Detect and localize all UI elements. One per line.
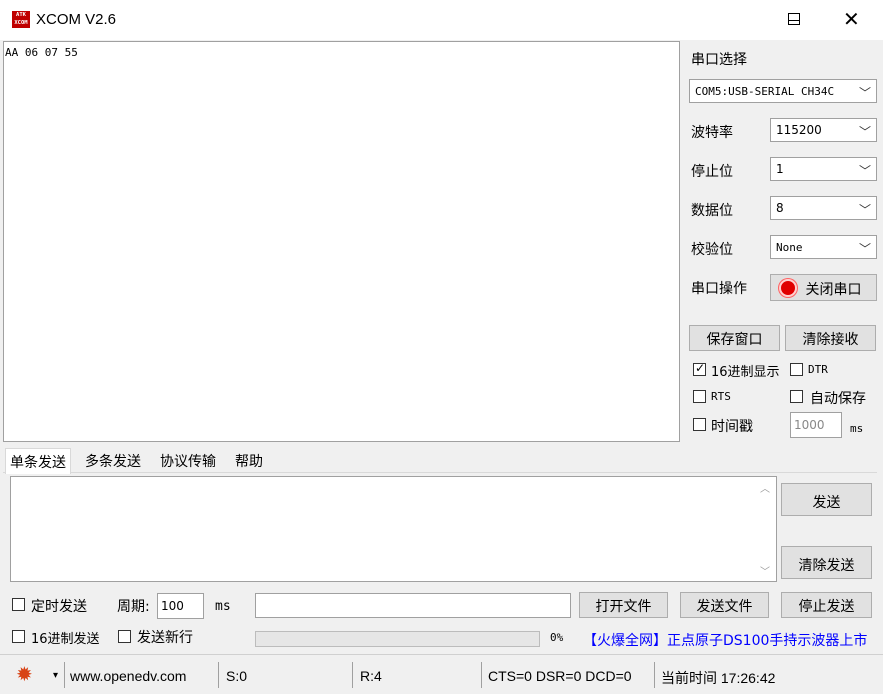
close-icon[interactable]: ✕: [843, 8, 860, 30]
period-input[interactable]: 100: [157, 593, 204, 619]
chevron-down-icon: ﹀: [858, 86, 871, 100]
stop-send-button[interactable]: 停止发送: [781, 592, 872, 618]
timestamp-label: 时间戳: [711, 419, 753, 435]
window-title: XCOM V2.6: [36, 11, 117, 28]
timed-send-label: 定时发送: [31, 599, 87, 615]
file-path-input[interactable]: [255, 593, 571, 618]
dtr-checkbox[interactable]: [790, 363, 803, 376]
stop-bits-value: 1: [776, 162, 784, 176]
chevron-down-icon: ﹀: [858, 203, 871, 217]
send-newline-label: 发送新行: [137, 630, 193, 646]
parity-value: None: [776, 241, 803, 254]
auto-save-label: 自动保存: [810, 391, 866, 407]
receive-area[interactable]: [3, 41, 680, 442]
chevron-down-icon: ﹀: [858, 164, 871, 178]
stop-bits-select[interactable]: 1 ﹀: [770, 157, 877, 181]
hex-send-checkbox[interactable]: [12, 630, 25, 643]
current-time: 当前时间 17:26:42: [661, 670, 776, 686]
tab-protocol[interactable]: 协议传输: [156, 448, 220, 473]
tab-multi-send[interactable]: 多条发送: [81, 448, 145, 473]
baud-label: 波特率: [691, 125, 733, 141]
data-bits-value: 8: [776, 201, 784, 215]
period-label: 周期:: [117, 599, 150, 615]
received-count: R:4: [360, 668, 382, 684]
timestamp-interval-input[interactable]: 1000: [790, 412, 842, 438]
status-separator: [218, 662, 219, 688]
status-separator: [64, 662, 65, 688]
status-led-icon: [779, 279, 797, 297]
scroll-down-icon[interactable]: ﹀: [760, 563, 770, 578]
port-select[interactable]: COM5:USB-SERIAL CH34C ﹀: [689, 79, 877, 103]
status-separator: [481, 662, 482, 688]
port-operation-label: 串口操作: [691, 281, 747, 297]
period-unit-label: ms: [215, 599, 231, 614]
open-file-button[interactable]: 打开文件: [579, 592, 668, 618]
scroll-up-icon[interactable]: ︿: [760, 480, 770, 495]
app-logo-icon: ATK XCOM: [12, 11, 30, 28]
send-newline-checkbox[interactable]: [118, 630, 131, 643]
save-window-button[interactable]: 保存窗口: [689, 325, 780, 351]
send-input[interactable]: [10, 476, 777, 582]
chevron-down-icon: ﹀: [858, 242, 871, 256]
clear-send-button[interactable]: 清除发送: [781, 546, 872, 579]
timed-send-checkbox[interactable]: [12, 598, 25, 611]
dtr-label: DTR: [808, 363, 828, 376]
send-file-button[interactable]: 发送文件: [680, 592, 769, 618]
maximize-icon[interactable]: [788, 13, 800, 25]
rts-checkbox[interactable]: [693, 390, 706, 403]
timestamp-checkbox[interactable]: [693, 418, 706, 431]
data-bits-select[interactable]: 8 ﹀: [770, 196, 877, 220]
parity-label: 校验位: [691, 242, 733, 258]
send-progress-bar: [255, 631, 540, 647]
receive-text: AA 06 07 55: [5, 46, 78, 59]
rts-label: RTS: [711, 390, 731, 403]
hex-display-checkbox[interactable]: [693, 361, 706, 376]
sent-count: S:0: [226, 668, 248, 684]
chevron-down-icon: ﹀: [858, 125, 871, 139]
timestamp-unit-label: ms: [850, 422, 864, 435]
clear-receive-button[interactable]: 清除接收: [785, 325, 876, 351]
chevron-down-icon[interactable]: ▾: [53, 670, 58, 681]
baud-select[interactable]: 115200 ﹀: [770, 118, 877, 142]
send-button[interactable]: 发送: [781, 483, 872, 516]
port-select-label: 串口选择: [691, 52, 747, 68]
parity-select[interactable]: None ﹀: [770, 235, 877, 259]
status-separator: [654, 662, 655, 688]
status-separator: [352, 662, 353, 688]
hex-display-label: 16进制显示: [711, 365, 780, 380]
ad-link[interactable]: 【火爆全网】正点原子DS100手持示波器上市: [583, 630, 867, 650]
hex-send-label: 16进制发送: [31, 632, 100, 647]
port-select-value: COM5:USB-SERIAL CH34C: [695, 85, 835, 98]
auto-save-checkbox[interactable]: [790, 390, 803, 403]
line-status: CTS=0 DSR=0 DCD=0: [488, 668, 632, 684]
website-link[interactable]: www.openedv.com: [70, 668, 186, 684]
baud-value: 115200: [776, 123, 822, 137]
data-bits-label: 数据位: [691, 203, 733, 219]
close-port-button[interactable]: 关闭串口: [770, 274, 877, 301]
tab-single-send[interactable]: 单条发送: [5, 448, 71, 474]
title-bar: [0, 0, 883, 40]
tab-help[interactable]: 帮助: [231, 448, 267, 473]
close-port-label: 关闭串口: [805, 282, 862, 298]
send-progress-text: 0%: [550, 631, 564, 644]
gear-icon[interactable]: ✹: [16, 664, 33, 684]
stop-bits-label: 停止位: [691, 164, 733, 180]
